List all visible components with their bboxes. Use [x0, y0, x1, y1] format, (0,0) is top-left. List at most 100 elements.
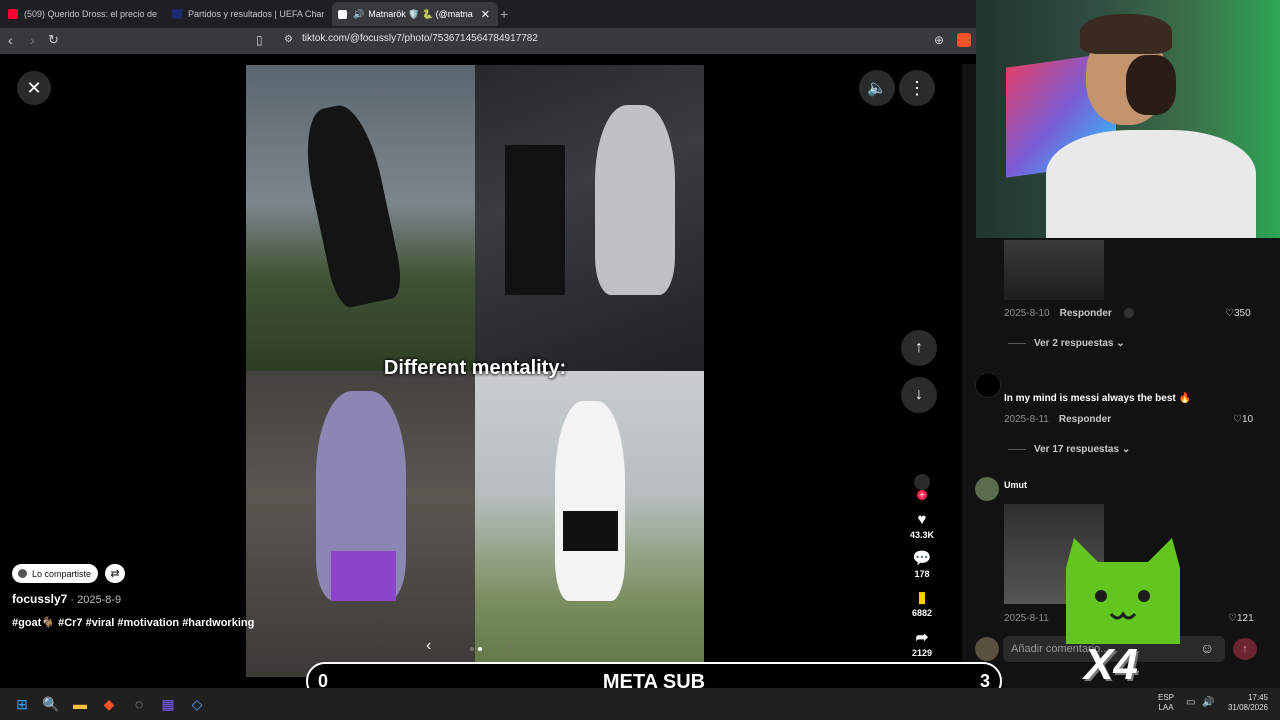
avatar[interactable]: [975, 477, 999, 501]
tab-uefa[interactable]: Partidos y resultados | UEFA Champio: [172, 2, 324, 26]
clock[interactable]: 17:45 31/08/2026: [1222, 693, 1268, 713]
site-info-icon[interactable]: ⚙: [284, 32, 293, 48]
clock-date: 31/08/2026: [1227, 703, 1268, 712]
lang-bottom: LAA: [1158, 703, 1174, 712]
heart-outline-icon: ♡: [1225, 308, 1234, 319]
volume-button[interactable]: 🔈: [859, 70, 895, 106]
shared-chip[interactable]: Lo compartiste: [12, 564, 99, 583]
more-options-button[interactable]: ⋮: [899, 70, 935, 106]
send-arrow-icon: ↑: [1242, 643, 1248, 655]
tab-tiktok[interactable]: 🔊 Matnarök 🛡️ 🐍 (@matna ✕: [332, 2, 498, 26]
multiplier-label: X4: [1084, 640, 1138, 689]
author-name[interactable]: focussly7: [12, 592, 67, 606]
comment-like[interactable]: ♡121: [1228, 613, 1254, 624]
reply-button[interactable]: Responder: [1059, 414, 1111, 425]
reply-button[interactable]: Responder: [1060, 308, 1112, 319]
next-post-button[interactable]: ↓: [901, 377, 937, 413]
post-author[interactable]: focussly7 · 2025-8-9: [12, 592, 121, 606]
streamer-shirt: [1046, 130, 1256, 238]
app-grid-icon[interactable]: ▦: [158, 694, 178, 714]
post-hashtags[interactable]: #goat🐐 #Cr7 #viral #motivation #hardwork…: [12, 616, 254, 629]
language-indicator[interactable]: ESP LAA: [1158, 693, 1174, 713]
photo-running: [475, 371, 704, 677]
search-icon[interactable]: 🔍: [41, 694, 61, 714]
cat-body: [1066, 538, 1180, 644]
heart-outline-icon: ♡: [1233, 414, 1242, 425]
emoji-icon[interactable]: ☺: [1200, 640, 1214, 656]
more-icon: ⋮: [908, 77, 926, 98]
creator-like-icon: [1124, 308, 1134, 318]
streamer-beard: [1126, 55, 1176, 115]
repost-button[interactable]: ⇄: [105, 564, 125, 583]
volume-tray-icon[interactable]: 🔊: [1202, 697, 1214, 708]
close-tab-icon[interactable]: ✕: [481, 8, 490, 21]
photo-prev-icon[interactable]: ‹: [426, 637, 431, 655]
view-replies-button[interactable]: Ver 17 respuestas ⌄: [1008, 444, 1130, 455]
comment-like-count: 121: [1236, 613, 1254, 624]
comment-username[interactable]: Umut: [1004, 480, 1027, 490]
view-replies-label: Ver 17 respuestas: [1034, 444, 1120, 455]
comment-like[interactable]: ♡350: [1225, 308, 1251, 319]
app-diamond-icon[interactable]: ◇: [187, 694, 207, 714]
tab-title: Partidos y resultados | UEFA Champio: [188, 9, 324, 19]
lang-top: ESP: [1158, 693, 1175, 702]
file-explorer-icon[interactable]: ▬: [70, 694, 90, 714]
comment-like[interactable]: ♡10: [1233, 414, 1253, 425]
shared-chip-label: Lo compartiste: [32, 568, 92, 579]
carousel-dot-active[interactable]: [478, 647, 482, 651]
brave-shield-icon[interactable]: [957, 33, 971, 47]
network-icon[interactable]: ▭: [1186, 697, 1195, 708]
windows-start-icon[interactable]: ⊞: [12, 694, 32, 714]
bookmark-icon[interactable]: ▯: [256, 32, 263, 48]
url-field[interactable]: tiktok.com/@focussly7/photo/753671456478…: [302, 33, 538, 44]
browser-tab-bar: (509) Querido Dross: el precio de fam Pa…: [0, 0, 976, 28]
tab-youtube[interactable]: (509) Querido Dross: el precio de fam: [8, 2, 158, 26]
carousel-dot[interactable]: [470, 647, 474, 651]
close-icon: ✕: [26, 77, 42, 98]
cat-eye-left: [1095, 590, 1107, 602]
comment-like-count: 10: [1241, 414, 1254, 425]
photo-next-icon[interactable]: ›: [508, 637, 513, 655]
comment-text: In my mind is messi always the best 🔥: [1004, 393, 1191, 404]
app-icon[interactable]: ◌: [129, 694, 149, 714]
cat-eye-right: [1138, 590, 1150, 602]
webcam-overlay: [976, 0, 1280, 238]
youtube-icon: [8, 9, 18, 19]
new-tab-icon[interactable]: +: [500, 2, 508, 26]
like-count: 43.3K: [909, 530, 935, 540]
photo-carousel[interactable]: Different mentality: ‹ ›: [246, 65, 704, 677]
post-comment-button[interactable]: ↑: [1233, 638, 1257, 660]
previous-post-button[interactable]: ↑: [901, 330, 937, 366]
brave-browser-icon[interactable]: ◆: [99, 694, 119, 714]
view-replies-label: Ver 2 respuestas: [1034, 338, 1114, 349]
save-button[interactable]: ▮ 6882: [897, 590, 947, 619]
forward-icon[interactable]: ›: [30, 32, 35, 48]
comment-date: 2025-8-10: [1004, 308, 1050, 319]
chevron-down-icon: ⌄: [1116, 338, 1125, 349]
save-count: 6882: [911, 608, 933, 618]
comment-count: 178: [914, 569, 930, 579]
heart-outline-icon: ♡: [1228, 613, 1237, 624]
comment-icon: 💬: [912, 550, 932, 567]
volume-icon: 🔈: [867, 80, 887, 97]
author-avatar[interactable]: [914, 474, 930, 490]
close-viewer-button[interactable]: ✕: [17, 71, 51, 105]
zoom-icon[interactable]: ⊕: [934, 32, 944, 48]
reload-icon[interactable]: ↻: [48, 32, 59, 48]
user-dot-icon: [18, 569, 27, 578]
heart-icon: ♥: [917, 511, 927, 528]
audio-icon: 🔊: [353, 8, 365, 19]
back-icon[interactable]: ‹: [8, 32, 13, 48]
comment-button[interactable]: 💬 178: [897, 550, 947, 580]
view-replies-button[interactable]: Ver 2 respuestas ⌄: [1008, 338, 1125, 349]
clock-time: 17:45: [1247, 693, 1268, 702]
comment-image[interactable]: [1004, 240, 1104, 300]
share-button[interactable]: ➦ 2129: [897, 630, 947, 659]
tab-title: (509) Querido Dross: el precio de fam: [24, 9, 158, 19]
follow-plus-icon[interactable]: +: [917, 490, 927, 500]
photo-celebration: [246, 371, 475, 677]
avatar[interactable]: [975, 372, 1001, 398]
comment-meta: 2025-8-10 Responder: [1004, 308, 1112, 319]
like-button[interactable]: ♥ 43.3K: [897, 511, 947, 541]
my-avatar: [975, 637, 999, 661]
